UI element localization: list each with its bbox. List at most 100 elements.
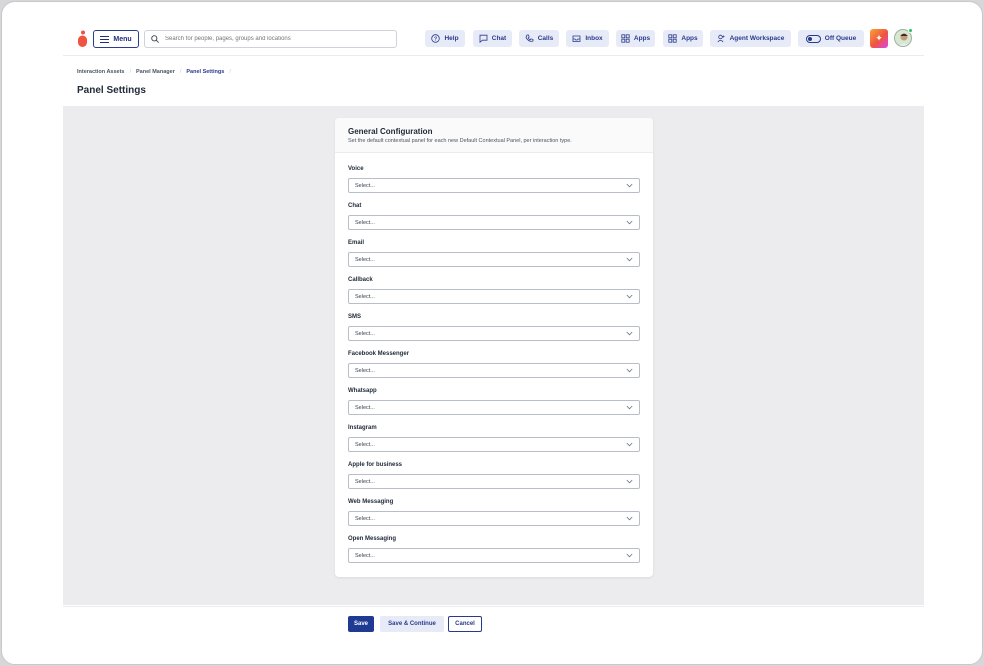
save-button[interactable]: Save bbox=[348, 616, 374, 632]
chevron-down-icon bbox=[626, 220, 633, 225]
breadcrumb-panel-settings[interactable]: Panel Settings bbox=[186, 69, 224, 75]
chevron-down-icon bbox=[626, 257, 633, 262]
field-label: Voice bbox=[348, 166, 364, 172]
queue-toggle[interactable]: Off Queue bbox=[798, 30, 864, 47]
field-label: Callback bbox=[348, 277, 373, 283]
chevron-down-icon bbox=[626, 516, 633, 521]
general-configuration-card: General Configuration Set the default co… bbox=[335, 118, 653, 577]
field-label: Email bbox=[348, 240, 365, 246]
field-label: Open Messaging bbox=[348, 536, 397, 542]
apps-button-secondary[interactable]: Apps bbox=[663, 30, 703, 47]
chevron-down-icon bbox=[626, 442, 633, 447]
web-messaging-select[interactable]: Select... bbox=[348, 511, 640, 526]
field-web-messaging: Web Messaging Select... bbox=[348, 499, 640, 526]
window-frame: Menu ? Help Chat Calls Inbox bbox=[1, 1, 983, 665]
breadcrumb-panel-manager[interactable]: Panel Manager bbox=[136, 69, 175, 75]
inbox-icon bbox=[572, 35, 581, 42]
ai-assistant-button[interactable]: ✦ bbox=[870, 29, 888, 48]
field-label: Facebook Messenger bbox=[348, 351, 410, 357]
help-button[interactable]: ? Help bbox=[425, 30, 465, 47]
select-value: Select... bbox=[355, 367, 375, 374]
sparkle-icon: ✦ bbox=[875, 33, 883, 43]
field-voice: Voice Select... bbox=[348, 166, 640, 193]
open-messaging-select[interactable]: Select... bbox=[348, 548, 640, 563]
breadcrumb-separator: / bbox=[179, 69, 182, 75]
chevron-down-icon bbox=[626, 183, 633, 188]
apps-label-secondary: Apps bbox=[681, 35, 698, 42]
select-value: Select... bbox=[355, 219, 375, 226]
select-value: Select... bbox=[355, 293, 375, 300]
select-value: Select... bbox=[355, 182, 375, 189]
brand-logo-icon bbox=[78, 30, 87, 47]
breadcrumb-separator: / bbox=[129, 69, 132, 75]
card-header: General Configuration Set the default co… bbox=[335, 118, 653, 153]
chevron-down-icon bbox=[626, 553, 633, 558]
menu-label: Menu bbox=[113, 35, 132, 43]
chevron-down-icon bbox=[626, 331, 633, 336]
field-callback: Callback Select... bbox=[348, 277, 640, 304]
inbox-label: Inbox bbox=[585, 35, 603, 42]
chevron-down-icon bbox=[626, 368, 633, 373]
search-icon bbox=[151, 35, 159, 43]
field-label: SMS bbox=[348, 314, 362, 320]
field-label: Apple for business bbox=[348, 462, 403, 468]
app: Menu ? Help Chat Calls Inbox bbox=[63, 22, 924, 640]
chevron-down-icon bbox=[626, 405, 633, 410]
field-apple-for-business: Apple for business Select... bbox=[348, 462, 640, 489]
card-title: General Configuration bbox=[348, 127, 433, 136]
field-sms: SMS Select... bbox=[348, 314, 640, 341]
chat-button[interactable]: Chat bbox=[473, 30, 512, 47]
chevron-down-icon bbox=[626, 479, 633, 484]
search-box[interactable] bbox=[144, 30, 397, 48]
cancel-button[interactable]: Cancel bbox=[448, 616, 482, 632]
apps-button[interactable]: Apps bbox=[616, 30, 655, 47]
whatsapp-select[interactable]: Select... bbox=[348, 400, 640, 415]
field-chat: Chat Select... bbox=[348, 203, 640, 230]
select-value: Select... bbox=[355, 256, 375, 263]
instagram-select[interactable]: Select... bbox=[348, 437, 640, 452]
email-select[interactable]: Select... bbox=[348, 252, 640, 267]
main-content: General Configuration Set the default co… bbox=[63, 106, 924, 605]
apple-for-business-select[interactable]: Select... bbox=[348, 474, 640, 489]
save-and-continue-button[interactable]: Save & Continue bbox=[380, 616, 444, 632]
breadcrumb-interaction-assets[interactable]: Interaction Assets bbox=[77, 69, 124, 75]
field-whatsapp: Whatsapp Select... bbox=[348, 388, 640, 415]
field-email: Email Select... bbox=[348, 240, 640, 267]
calls-button[interactable]: Calls bbox=[519, 30, 559, 47]
facebook-messenger-select[interactable]: Select... bbox=[348, 363, 640, 378]
page-title: Panel Settings bbox=[77, 85, 146, 96]
select-value: Select... bbox=[355, 515, 375, 522]
help-icon: ? bbox=[431, 34, 441, 43]
voice-select[interactable]: Select... bbox=[348, 178, 640, 193]
chat-select[interactable]: Select... bbox=[348, 215, 640, 230]
field-label: Chat bbox=[348, 203, 362, 209]
agent-workspace-label: Agent Workspace bbox=[729, 35, 785, 42]
select-value: Select... bbox=[355, 330, 375, 337]
select-value: Select... bbox=[355, 478, 375, 485]
toggle-switch-icon bbox=[805, 34, 821, 43]
calls-label: Calls bbox=[537, 35, 554, 42]
breadcrumb: Interaction Assets / Panel Manager / Pan… bbox=[77, 69, 231, 75]
chat-icon bbox=[479, 34, 488, 43]
select-value: Select... bbox=[355, 441, 375, 448]
card-subtitle: Set the default contextual panel for eac… bbox=[348, 138, 572, 144]
chevron-down-icon bbox=[626, 294, 633, 299]
top-bar: Menu ? Help Chat Calls Inbox bbox=[63, 22, 924, 56]
svg-text:?: ? bbox=[434, 36, 437, 42]
chat-label: Chat bbox=[491, 35, 507, 42]
select-value: Select... bbox=[355, 404, 375, 411]
menu-button[interactable]: Menu bbox=[93, 30, 139, 48]
breadcrumb-separator: / bbox=[229, 69, 231, 75]
inbox-button[interactable]: Inbox bbox=[566, 30, 609, 47]
callback-select[interactable]: Select... bbox=[348, 289, 640, 304]
queue-label: Off Queue bbox=[824, 35, 857, 42]
agent-user-icon bbox=[717, 34, 725, 43]
apps-label: Apps bbox=[633, 35, 651, 42]
agent-workspace-button[interactable]: Agent Workspace bbox=[710, 30, 791, 47]
search-input[interactable] bbox=[165, 36, 385, 42]
sms-select[interactable]: Select... bbox=[348, 326, 640, 341]
field-label: Web Messaging bbox=[348, 499, 394, 505]
field-label: Whatsapp bbox=[348, 388, 377, 394]
apps-grid-icon bbox=[621, 34, 630, 43]
select-value: Select... bbox=[355, 552, 375, 559]
